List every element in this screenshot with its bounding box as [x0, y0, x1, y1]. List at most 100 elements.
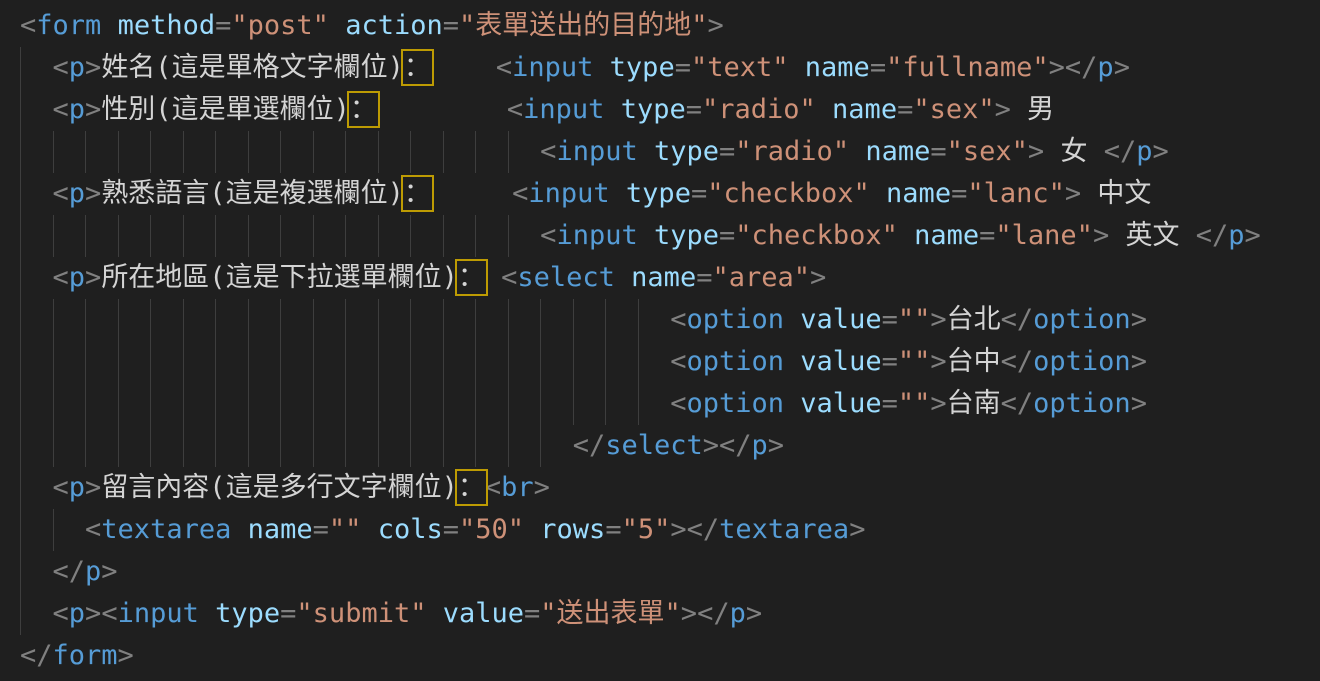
code-token: >: [930, 304, 946, 335]
code-token: name: [914, 220, 979, 251]
indent-guide: [20, 593, 21, 635]
code-token: </: [573, 430, 606, 461]
indent-guide: [248, 131, 249, 173]
code-token: p: [752, 430, 768, 461]
indent-guide: [20, 173, 21, 215]
indent-guide: [508, 299, 509, 341]
indent-guide: [215, 341, 216, 383]
code-line[interactable]: <option value="">台北</option>: [0, 299, 1320, 341]
code-line[interactable]: <p>留言內容(這是多行文字欄位)：<br>: [0, 467, 1320, 509]
code-token: "": [898, 304, 931, 335]
code-token: option: [686, 388, 784, 419]
indent-guide: [410, 425, 411, 467]
indent-guide: [53, 131, 54, 173]
code-line[interactable]: </form>: [0, 635, 1320, 677]
code-line[interactable]: <p>姓名(這是單格文字欄位)： <input type="text" name…: [0, 47, 1320, 89]
indent-guide: [280, 131, 281, 173]
code-token: value: [800, 304, 881, 335]
code-token: [784, 388, 800, 419]
code-token: >: [1093, 220, 1109, 251]
code-token: "": [898, 388, 931, 419]
code-token: >: [1131, 346, 1147, 377]
indent-guide: [280, 425, 281, 467]
indent-guide: [475, 383, 476, 425]
code-line[interactable]: </select></p>: [0, 425, 1320, 467]
indent-guide: [20, 551, 21, 593]
code-token: option: [686, 346, 784, 377]
code-line[interactable]: <p>熟悉語言(這是複選欄位)： <input type="checkbox" …: [0, 173, 1320, 215]
code-token: >: [1065, 178, 1081, 209]
code-token: >: [930, 388, 946, 419]
indent-guide: [85, 131, 86, 173]
code-token: name: [832, 94, 897, 125]
code-line[interactable]: <p>所在地區(這是下拉選單欄位)： <select name="area">: [0, 257, 1320, 299]
indent-guide: [475, 131, 476, 173]
code-line[interactable]: <input type="radio" name="sex"> 女 </p>: [0, 131, 1320, 173]
indent-guide: [345, 215, 346, 257]
code-token: name: [631, 262, 696, 293]
indent-guide: [345, 299, 346, 341]
indent-guide: [605, 341, 606, 383]
code-token: </: [687, 514, 720, 545]
code-token: p: [69, 178, 85, 209]
code-line[interactable]: <form method="post" action="表單送出的目的地">: [0, 5, 1320, 47]
code-token: p: [1136, 136, 1152, 167]
indent-guide: [85, 425, 86, 467]
code-token: p: [1097, 52, 1113, 83]
indent-guide: [150, 299, 151, 341]
code-token: type: [621, 94, 686, 125]
indent-guide: [605, 383, 606, 425]
code-token: >: [85, 52, 101, 83]
code-token: [593, 52, 609, 83]
code-token: "": [898, 346, 931, 377]
indent-guide: [443, 341, 444, 383]
code-token: >: [746, 598, 762, 629]
code-line[interactable]: <option value="">台南</option>: [0, 383, 1320, 425]
code-token: >: [85, 598, 101, 629]
indent-guide: [410, 383, 411, 425]
code-token: 姓名(這是單格文字欄位): [101, 52, 404, 83]
indent-guide: [508, 425, 509, 467]
code-token: </: [1001, 304, 1034, 335]
code-token: >: [85, 178, 101, 209]
indent-guide: [20, 47, 21, 89]
code-token: 所在地區(這是下拉選單欄位): [101, 262, 458, 293]
code-line[interactable]: <option value="">台中</option>: [0, 341, 1320, 383]
code-token: =: [215, 10, 231, 41]
code-token: input: [512, 52, 593, 83]
unicode-highlight-box: ：: [404, 52, 431, 83]
code-token: "post": [231, 10, 329, 41]
indent-guide: [150, 131, 151, 173]
code-token: "50": [459, 514, 524, 545]
indent-guide: [313, 299, 314, 341]
code-token: "checkbox": [735, 220, 898, 251]
code-line[interactable]: <p>性別(這是單選欄位)： <input type="radio" name=…: [0, 89, 1320, 131]
code-line[interactable]: </p>: [0, 551, 1320, 593]
code-token: name: [865, 136, 930, 167]
code-token: [849, 136, 865, 167]
code-token: <: [53, 472, 69, 503]
code-line[interactable]: <input type="checkbox" name="lane"> 英文 <…: [0, 215, 1320, 257]
indent-guide: [280, 383, 281, 425]
code-token: </: [20, 640, 53, 671]
code-token: </: [697, 598, 730, 629]
code-token: >: [1114, 52, 1130, 83]
code-token: option: [1033, 304, 1131, 335]
code-token: =: [675, 52, 691, 83]
code-line[interactable]: <textarea name="" cols="50" rows="5"></t…: [0, 509, 1320, 551]
code-line[interactable]: <p><input type="submit" value="送出表單"></p…: [0, 593, 1320, 635]
indent-guide: [475, 215, 476, 257]
code-token: </: [1001, 346, 1034, 377]
code-token: p: [69, 598, 85, 629]
code-token: "text": [691, 52, 789, 83]
indent-guide: [443, 383, 444, 425]
indent-guide: [53, 509, 54, 551]
code-token: [231, 514, 247, 545]
indent-guide: [345, 131, 346, 173]
code-token: value: [800, 346, 881, 377]
code-token: >: [1245, 220, 1261, 251]
indent-guide: [183, 425, 184, 467]
code-token: type: [215, 598, 280, 629]
indent-guide: [378, 425, 379, 467]
indent-guide: [508, 215, 509, 257]
